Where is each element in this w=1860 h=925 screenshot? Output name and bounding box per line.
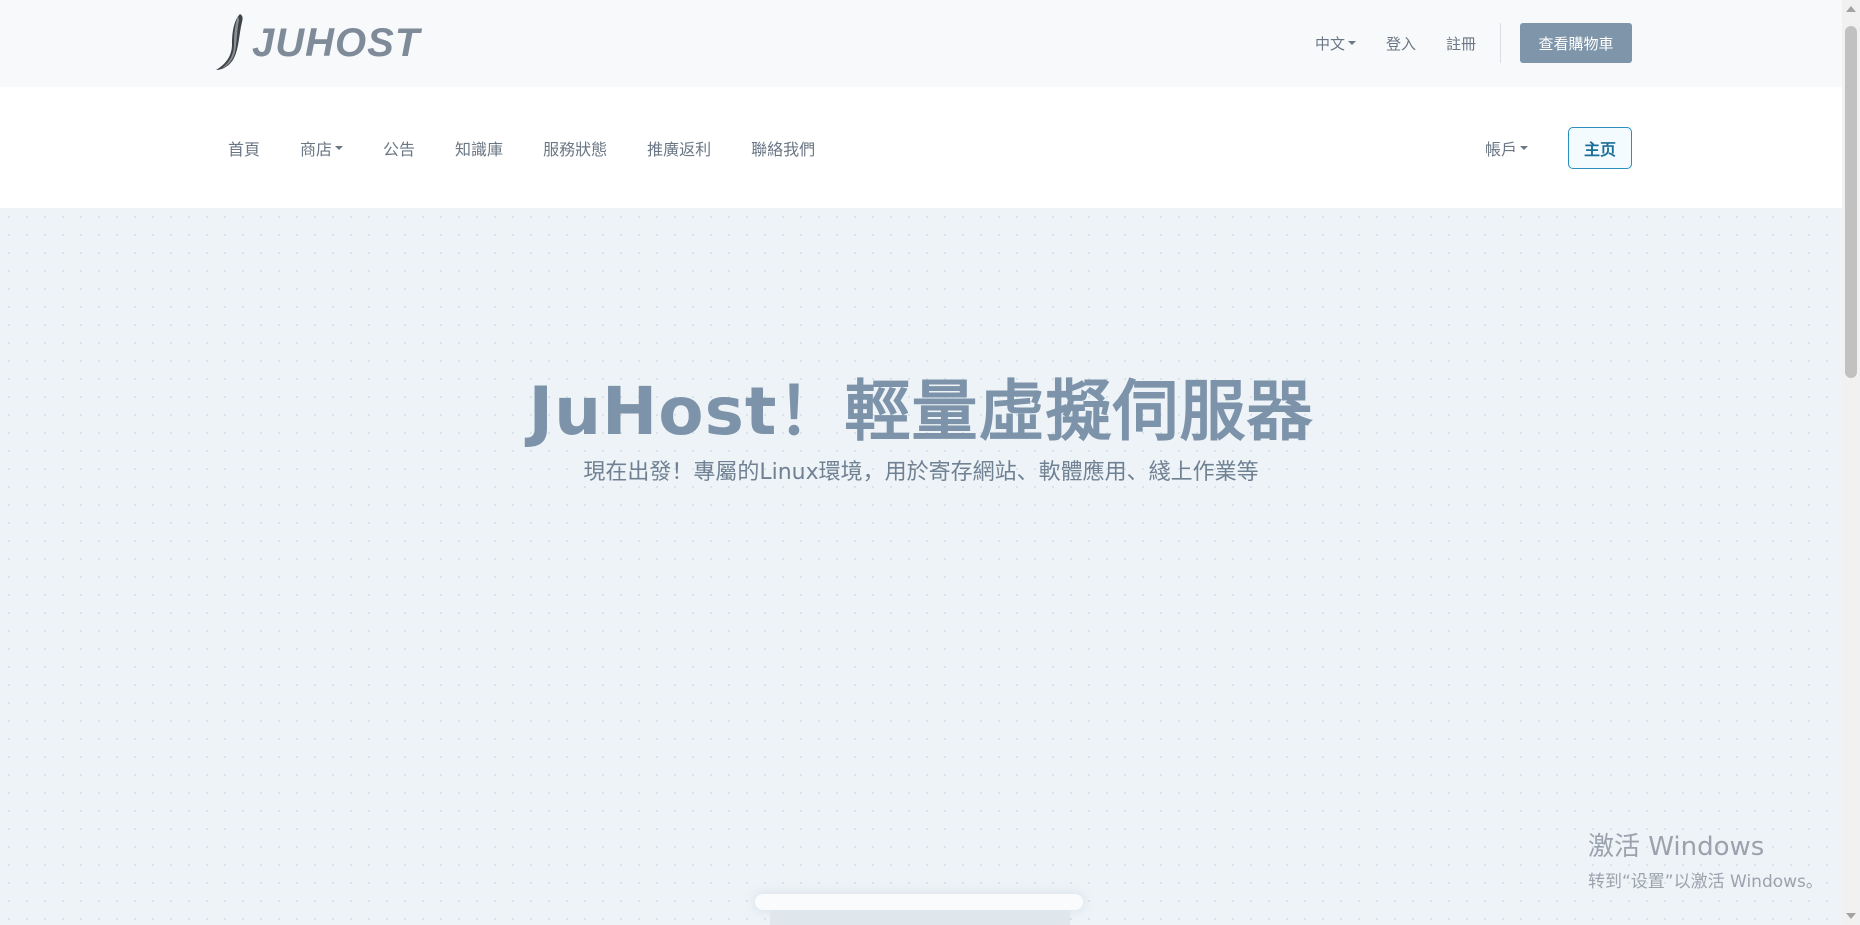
main-nav: 首頁 商店 公告 知識庫 服務狀態 推廣返利 聯絡我們 帳戶 主页	[0, 87, 1842, 208]
top-bar: JUHOST 中文 登入 註冊 查看購物車	[0, 0, 1842, 87]
nav-item-service-status[interactable]: 服務狀態	[543, 136, 607, 160]
register-link[interactable]: 註冊	[1446, 33, 1476, 54]
caret-down-icon	[1520, 145, 1528, 150]
hero-subtitle: 現在出發！專屬的Linux環境，用於寄存網站、軟體應用、綫上作業等	[583, 460, 1259, 485]
home-button[interactable]: 主页	[1568, 126, 1632, 169]
top-right-links: 中文 登入 註冊 查看購物車	[1285, 22, 1632, 64]
logo-mark-icon	[216, 14, 243, 70]
caret-down-icon	[335, 145, 344, 150]
scrollbar-thumb[interactable]	[1845, 26, 1857, 378]
page: JUHOST 中文 登入 註冊 查看購物車 首頁 商店 公告 知識庫 服務狀態 …	[0, 0, 1842, 925]
login-link[interactable]: 登入	[1386, 33, 1416, 54]
caret-down-icon	[1347, 41, 1356, 45]
nav-item-affiliates[interactable]: 推廣返利	[647, 136, 711, 160]
hero-title: JuHost！輕量虛擬伺服器	[528, 373, 1314, 450]
account-dropdown[interactable]: 帳戶	[1485, 136, 1528, 160]
preview-card-body	[770, 910, 1070, 925]
watermark-subtitle: 转到“设置”以激活 Windows。	[1588, 872, 1823, 892]
nav-item-store[interactable]: 商店	[300, 136, 344, 160]
account-label: 帳戶	[1484, 139, 1517, 159]
logo-text: JUHOST	[252, 20, 421, 65]
vertical-scrollbar[interactable]	[1842, 0, 1860, 925]
nav-item-store-label: 商店	[300, 139, 333, 159]
nav-item-contact[interactable]: 聯絡我們	[751, 136, 815, 160]
watermark-title: 激活 Windows	[1588, 832, 1765, 862]
logo[interactable]: JUHOST	[212, 12, 422, 74]
language-label: 中文	[1314, 34, 1345, 53]
nav-item-announcements[interactable]: 公告	[383, 136, 415, 160]
nav-item-knowledgebase[interactable]: 知識庫	[455, 136, 503, 160]
scroll-down-arrow-icon[interactable]	[1846, 913, 1856, 919]
view-cart-button[interactable]: 查看購物車	[1520, 23, 1632, 63]
divider	[1500, 23, 1501, 63]
language-dropdown[interactable]: 中文	[1315, 33, 1356, 54]
windows-activation-watermark: 激活 Windows 转到“设置”以激活 Windows。	[1588, 826, 1823, 892]
nav-item-home[interactable]: 首頁	[228, 136, 260, 160]
nav-right: 帳戶 主页	[1485, 87, 1632, 208]
hero-section: JuHost！輕量虛擬伺服器 現在出發！專屬的Linux環境，用於寄存網站、軟體…	[0, 208, 1842, 925]
preview-card-top	[755, 894, 1083, 910]
scroll-up-arrow-icon[interactable]	[1846, 6, 1856, 12]
nav-menu: 首頁 商店 公告 知識庫 服務狀態 推廣返利 聯絡我們	[228, 87, 855, 208]
